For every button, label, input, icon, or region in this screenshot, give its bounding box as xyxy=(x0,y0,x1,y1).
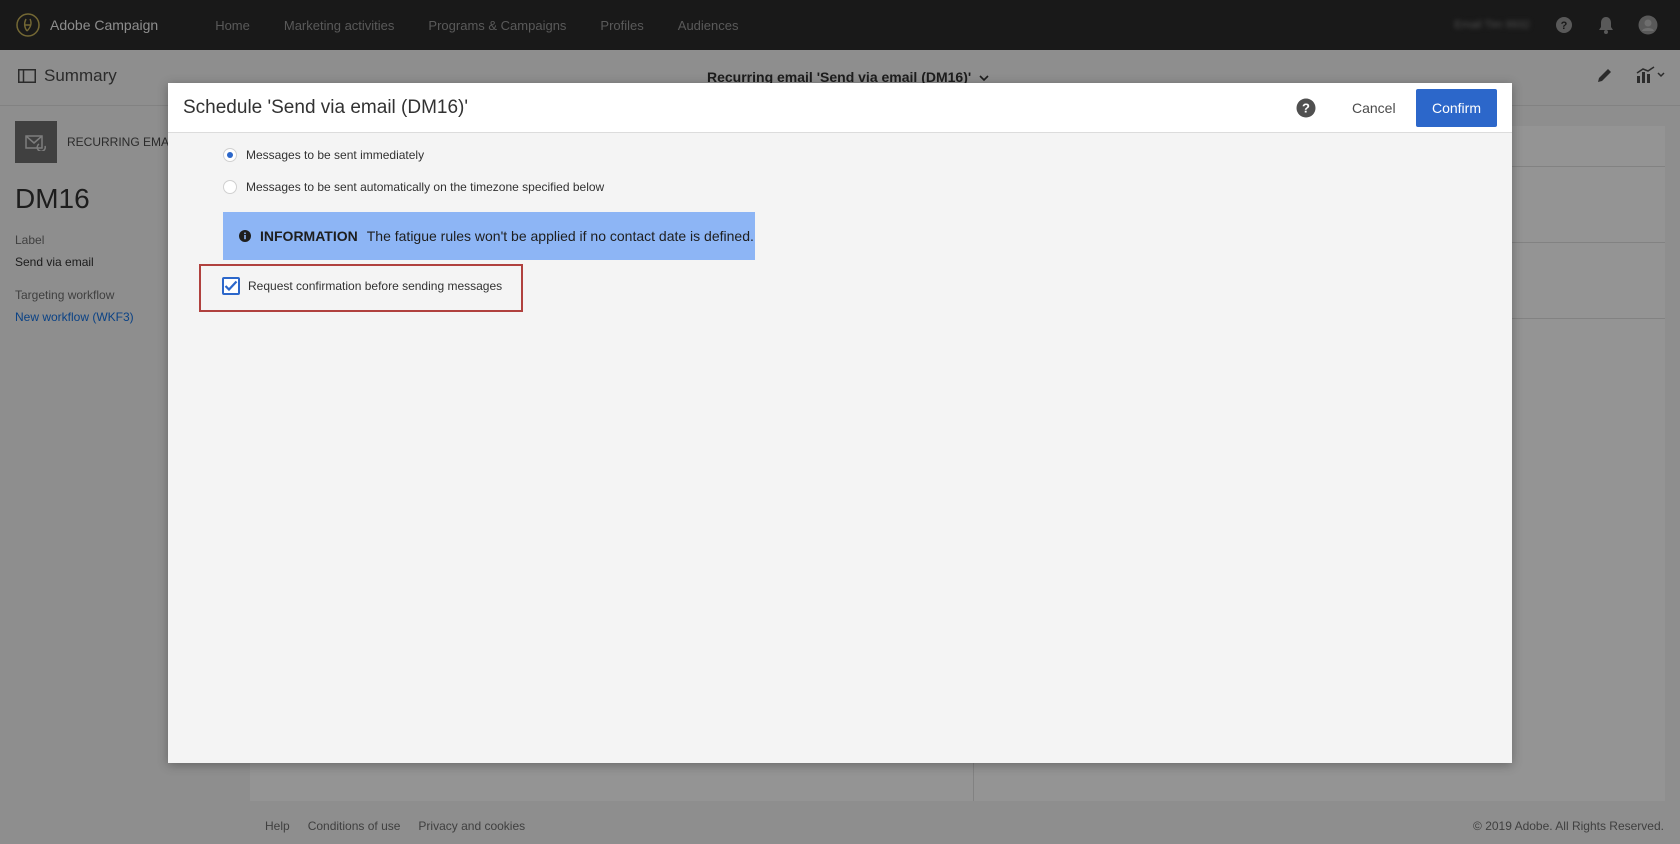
help-icon[interactable]: ? xyxy=(1296,98,1316,118)
radio-label: Messages to be sent immediately xyxy=(246,148,425,162)
radio-send-immediately[interactable]: Messages to be sent immediately xyxy=(223,148,424,162)
information-banner: INFORMATION The fatigue rules won't be a… xyxy=(223,212,755,260)
dialog-title: Schedule 'Send via email (DM16)' xyxy=(183,97,468,118)
radio-send-on-timezone[interactable]: Messages to be sent automatically on the… xyxy=(223,180,604,194)
cancel-button[interactable]: Cancel xyxy=(1340,90,1408,126)
radio-dot xyxy=(227,152,233,158)
checkmark-icon xyxy=(224,280,238,292)
request-confirmation-checkbox-row[interactable]: Request confirmation before sending mess… xyxy=(222,277,502,295)
info-icon xyxy=(239,230,251,242)
checkbox-label: Request confirmation before sending mess… xyxy=(248,279,503,293)
radio-label: Messages to be sent automatically on the… xyxy=(246,180,605,194)
svg-text:?: ? xyxy=(1302,101,1310,116)
schedule-dialog: Schedule 'Send via email (DM16)' ? Cance… xyxy=(168,83,1512,763)
confirm-button[interactable]: Confirm xyxy=(1416,89,1497,127)
radio-button-checked[interactable] xyxy=(223,148,237,162)
info-text: The fatigue rules won't be applied if no… xyxy=(366,228,754,244)
dialog-header: Schedule 'Send via email (DM16)' ? Cance… xyxy=(168,83,1512,133)
radio-button[interactable] xyxy=(223,180,237,194)
request-confirmation-checkbox[interactable] xyxy=(222,277,240,295)
info-title: INFORMATION xyxy=(260,228,358,244)
